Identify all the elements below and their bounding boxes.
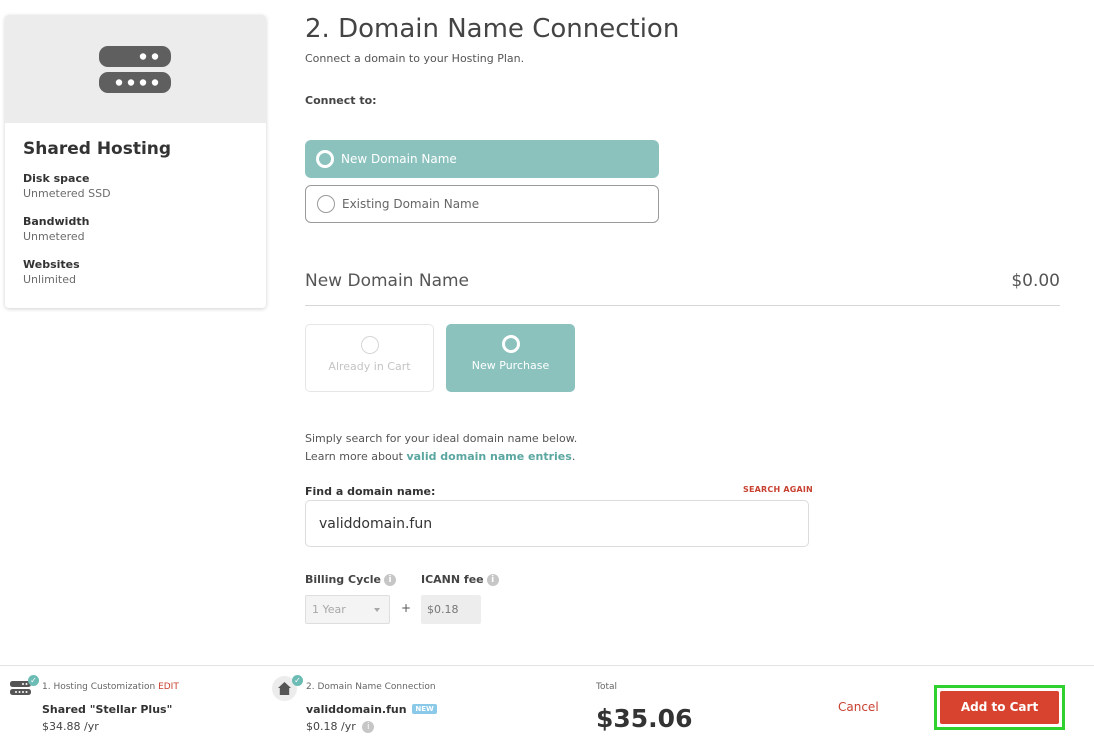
check-icon: ✓	[292, 675, 303, 686]
info-icon[interactable]: i	[384, 574, 396, 586]
plan-card-header	[5, 15, 266, 123]
help-line: Learn more about valid domain name entri…	[305, 448, 577, 466]
page-subtitle: Connect a domain to your Hosting Plan.	[305, 52, 525, 65]
tile-label: Already in Cart	[328, 360, 411, 373]
billing-cycle-select[interactable]: 1 Year	[305, 595, 390, 624]
page-title: 2. Domain Name Connection	[305, 14, 680, 44]
cart-summary-bar: ✓ 1. Hosting Customization EDIT Shared "…	[0, 665, 1094, 745]
help-prefix: Learn more about	[305, 450, 407, 463]
plan-card: Shared Hosting Disk space Unmetered SSD …	[5, 15, 266, 308]
spec-label: Websites	[23, 258, 80, 271]
edit-link[interactable]: EDIT	[158, 682, 179, 692]
billing-cycle-label: Billing Cycle i	[305, 573, 396, 586]
valid-domain-entries-link[interactable]: valid domain name entries	[406, 450, 571, 463]
help-suffix: .	[571, 450, 576, 463]
radio-selected-icon	[501, 335, 520, 353]
tile-label: New Purchase	[471, 359, 550, 372]
server-icon	[99, 46, 171, 93]
add-to-cart-button[interactable]: Add to Cart	[940, 691, 1059, 724]
info-icon[interactable]: i	[486, 574, 499, 586]
spec-bandwidth: Bandwidth Unmetered	[23, 214, 248, 244]
spec-label: Bandwidth	[23, 215, 90, 228]
home-icon	[278, 682, 291, 695]
icann-fee-value: $0.18	[421, 595, 481, 624]
plus-sign: +	[401, 601, 412, 615]
step2-price: $0.18 /yr i	[306, 720, 375, 733]
new-badge: NEW	[412, 704, 437, 714]
spec-websites: Websites Unlimited	[23, 257, 248, 287]
chevron-down-icon	[374, 608, 380, 612]
total-label: Total	[596, 682, 618, 692]
radio-empty-icon	[360, 336, 379, 354]
info-icon[interactable]: i	[362, 721, 375, 733]
total-value: $35.06	[596, 704, 693, 733]
spec-value: Unmetered SSD	[23, 187, 111, 200]
step2-name-text: validdomain.fun	[306, 703, 407, 716]
help-line: Simply search for your ideal domain name…	[305, 432, 578, 445]
step1-title: 1. Hosting Customization EDIT	[42, 682, 179, 692]
section-title: New Domain Name	[305, 271, 470, 291]
billing-cycle-value: 1 Year	[312, 603, 346, 616]
section-header: New Domain Name $0.00	[305, 270, 1060, 306]
option-existing-domain-name[interactable]: Existing Domain Name	[305, 185, 659, 223]
help-text: Simply search for your ideal domain name…	[305, 430, 577, 466]
icann-fee-label: ICANN fee i	[421, 573, 499, 586]
add-to-cart-highlight: Add to Cart	[934, 685, 1065, 730]
billing-cycle-text: Billing Cycle	[305, 573, 381, 586]
search-again-link[interactable]: SEARCH AGAIN	[743, 485, 813, 494]
step1-title-text: 1. Hosting Customization	[42, 682, 156, 692]
section-price: $0.00	[1011, 271, 1060, 291]
check-icon: ✓	[28, 675, 39, 686]
spec-value: Unlimited	[23, 273, 76, 286]
tile-new-purchase[interactable]: New Purchase	[446, 324, 575, 392]
radio-empty-icon	[317, 195, 335, 213]
option-label: Existing Domain Name	[342, 197, 480, 211]
tile-already-in-cart[interactable]: Already in Cart	[305, 324, 434, 392]
spec-label: Disk space	[23, 172, 90, 185]
step2-name: validdomain.fun NEW	[306, 703, 437, 716]
spec-value: Unmetered	[23, 230, 85, 243]
step1-price: $34.88 /yr	[42, 720, 99, 733]
option-label: New Domain Name	[341, 152, 457, 166]
connect-to-label: Connect to:	[305, 94, 377, 107]
radio-selected-icon	[316, 150, 334, 168]
icann-fee-text: ICANN fee	[421, 573, 484, 586]
spec-disk-space: Disk space Unmetered SSD	[23, 171, 248, 201]
option-new-domain-name[interactable]: New Domain Name	[305, 140, 659, 178]
step2-price-text: $0.18 /yr	[306, 720, 356, 733]
step1-name: Shared "Stellar Plus"	[42, 703, 173, 716]
find-domain-label: Find a domain name:	[305, 485, 436, 498]
domain-search-input[interactable]	[305, 500, 809, 547]
step2-title: 2. Domain Name Connection	[306, 682, 436, 692]
plan-title: Shared Hosting	[23, 139, 172, 159]
cancel-button[interactable]: Cancel	[838, 700, 879, 714]
